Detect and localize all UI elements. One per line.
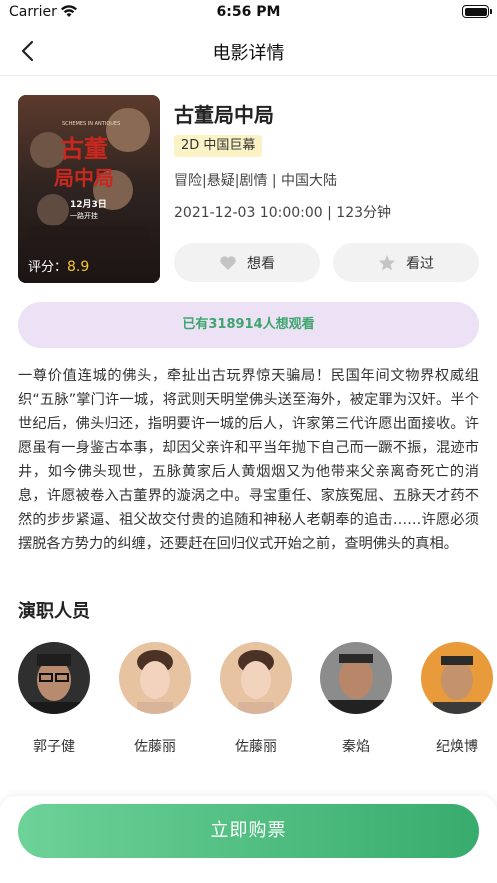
seen-button[interactable]: 看过 xyxy=(333,243,479,282)
seen-label: 看过 xyxy=(406,255,434,272)
want-label: 想看 xyxy=(247,255,275,272)
avatar xyxy=(18,642,90,714)
clock: 6:56 PM xyxy=(216,4,281,20)
avatar xyxy=(320,642,392,714)
rating-score: 8.9 xyxy=(67,259,90,275)
poster-title-2: 局中局 xyxy=(53,166,114,190)
cast-item[interactable]: 佐藤丽 xyxy=(105,642,205,756)
rating-label: 评分： xyxy=(28,260,68,275)
want-count-banner: 已有318914人想观看 xyxy=(18,302,479,348)
cast-item[interactable]: 郭子健 xyxy=(4,642,104,756)
avatar xyxy=(220,642,292,714)
battery-icon xyxy=(462,5,492,18)
star-icon xyxy=(379,254,395,270)
cast-item[interactable]: 秦焰 xyxy=(306,642,406,756)
cast-list[interactable]: 郭子健 佐藤丽 佐藤丽 秦焰 纪焕博 xyxy=(0,642,497,762)
avatar xyxy=(421,642,493,714)
poster-image: 古董 局中局 SCHEMES IN ANTIQUES 12月3日 一路开挂 xyxy=(18,95,160,283)
want-to-see-button[interactable]: 想看 xyxy=(174,243,320,282)
cast-name: 纪焕博 xyxy=(436,739,478,755)
buy-ticket-button[interactable]: 立即购票 xyxy=(18,804,479,858)
movie-poster: 古董 局中局 SCHEMES IN ANTIQUES 12月3日 一路开挂 评分… xyxy=(18,95,160,283)
cast-name: 秦焰 xyxy=(342,739,370,755)
poster-subtitle: SCHEMES IN ANTIQUES xyxy=(62,121,120,127)
navigation-bar: 电影详情 xyxy=(0,26,497,76)
cast-name: 佐藤丽 xyxy=(235,739,277,755)
cast-item[interactable]: 纪焕博 xyxy=(407,642,497,756)
format-tag: 2D 中国巨幕 xyxy=(174,135,263,157)
cast-item[interactable]: 佐藤丽 xyxy=(206,642,306,756)
page-title: 电影详情 xyxy=(212,43,285,64)
bottom-bar: 立即购票 xyxy=(0,796,497,883)
movie-title: 古董局中局 xyxy=(174,103,274,127)
status-bar: Carrier 6:56 PM xyxy=(0,0,497,26)
genre-region: 冒险|悬疑|剧情 | 中国大陆 xyxy=(174,173,338,189)
poster-title-1: 古董 xyxy=(60,134,108,163)
cast-heading: 演职人员 xyxy=(18,601,90,622)
synopsis-text: 一尊价值连城的佛头，牵扯出古玩界惊天骗局！民国年间文物界权威组织“五脉”掌门许一… xyxy=(18,368,479,552)
release-duration: 2021-12-03 10:00:00 | 123分钟 xyxy=(174,205,392,221)
cast-name: 佐藤丽 xyxy=(134,739,176,755)
poster-date-sub: 一路开挂 xyxy=(70,211,98,220)
heart-icon xyxy=(220,255,236,270)
poster-date: 12月3日 xyxy=(70,199,107,210)
cast-name: 郭子健 xyxy=(33,739,75,755)
rating: 评分：8.9 xyxy=(28,256,89,275)
avatar xyxy=(119,642,191,714)
